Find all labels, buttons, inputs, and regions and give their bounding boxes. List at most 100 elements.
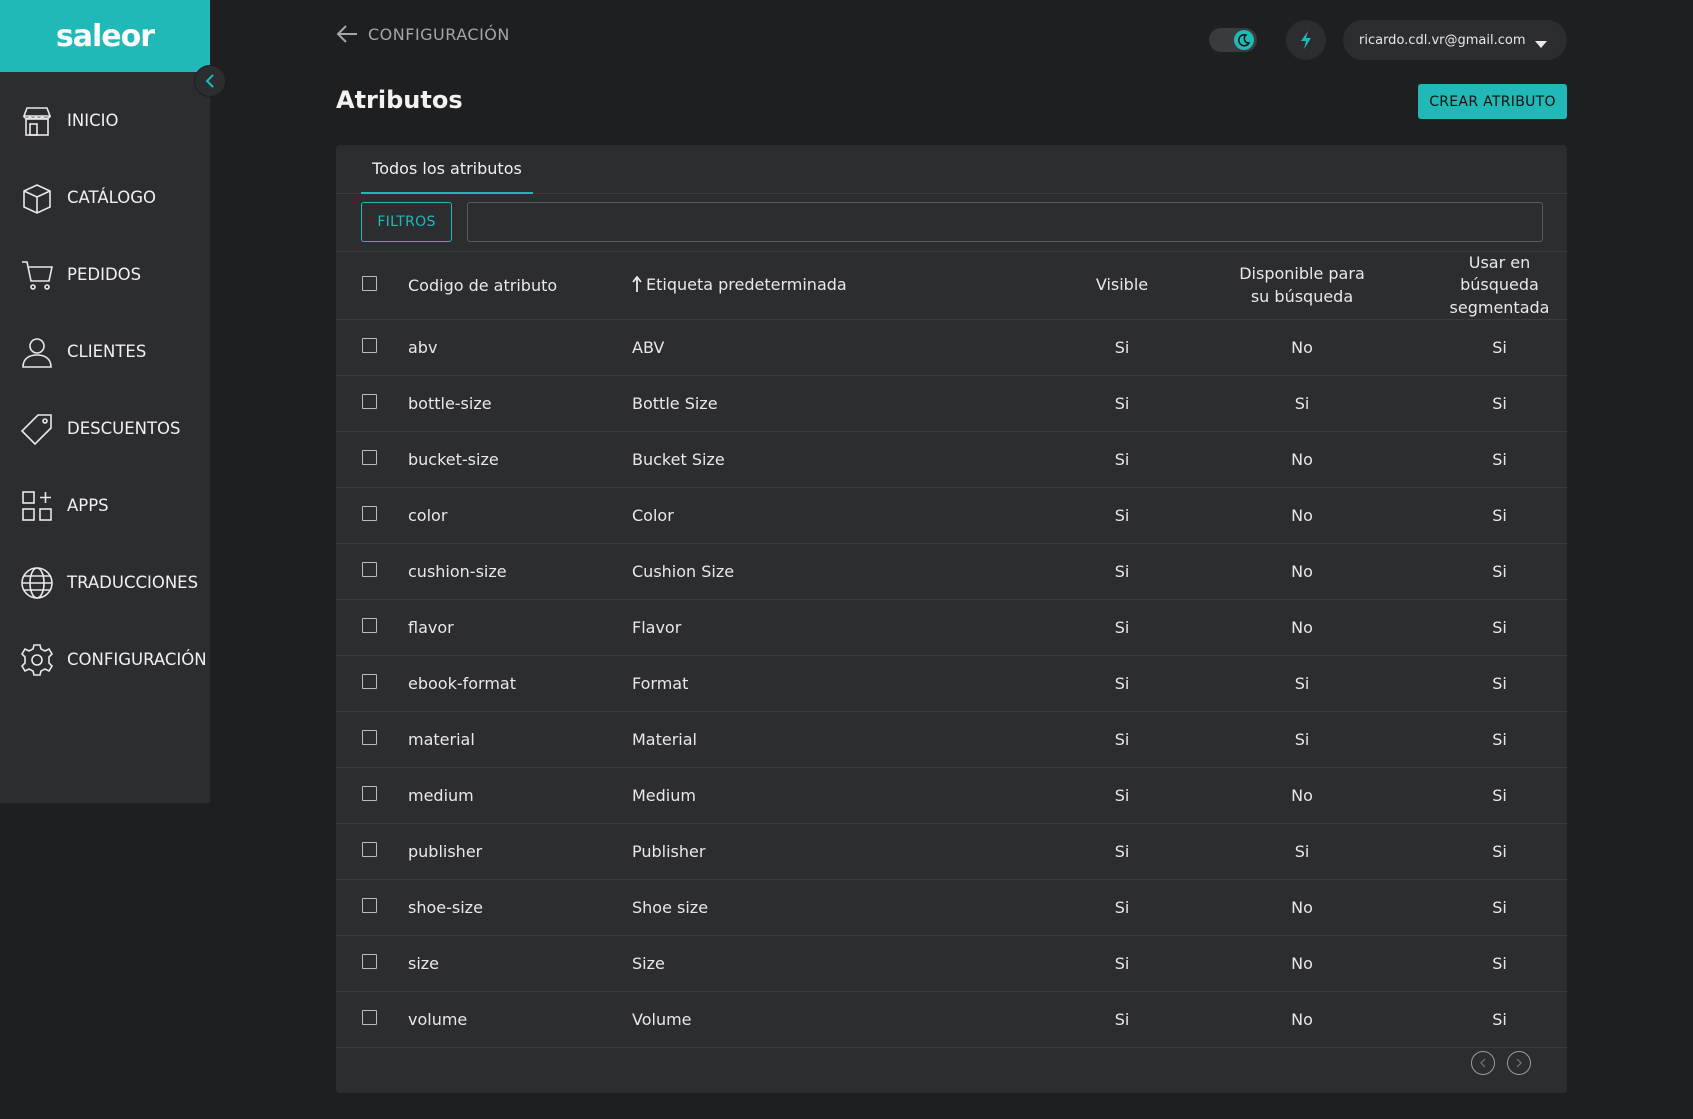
column-header-label[interactable]: Etiqueta predeterminada (632, 252, 1072, 320)
table-row[interactable]: publisher Publisher Si Si Si (336, 824, 1567, 880)
chevron-left-icon (205, 74, 214, 88)
row-checkbox[interactable] (362, 842, 377, 858)
cell-visible: Si (1114, 450, 1130, 470)
cell-label: Medium (632, 786, 696, 806)
cell-visible: Si (1114, 394, 1130, 414)
column-header-faceted[interactable]: Usar en búsqueda segmentada (1432, 252, 1567, 320)
sidebar-item-label: CLIENTES (67, 342, 147, 361)
sidebar-item-configuracion[interactable]: CONFIGURACIÓN (0, 621, 210, 698)
cell-searchable: Si (1294, 730, 1310, 750)
sidebar-item-catalogo[interactable]: CATÁLOGO (0, 159, 210, 236)
cell-faceted: Si (1492, 842, 1507, 862)
tab-all-attributes[interactable]: Todos los atributos (361, 145, 533, 194)
box-icon (19, 180, 55, 216)
cell-searchable: No (1291, 786, 1313, 806)
attributes-table: Codigo de atributo Etiqueta predetermina… (336, 252, 1567, 1048)
cell-faceted: Si (1492, 730, 1507, 750)
page-title: Atributos (336, 86, 463, 114)
row-checkbox[interactable] (362, 450, 377, 466)
theme-toggle[interactable] (1209, 28, 1257, 52)
sidebar-item-label: DESCUENTOS (67, 419, 181, 438)
row-checkbox[interactable] (362, 394, 377, 410)
select-all-checkbox[interactable] (362, 276, 377, 292)
back-link-label: CONFIGURACIÓN (368, 24, 510, 44)
navigator-button[interactable] (1286, 20, 1326, 60)
cell-visible: Si (1114, 954, 1130, 974)
row-checkbox[interactable] (362, 786, 377, 802)
arrow-left-icon (336, 24, 358, 44)
saleor-logo[interactable]: saleor (0, 0, 210, 72)
table-row[interactable]: medium Medium Si No Si (336, 768, 1567, 824)
search-input[interactable] (467, 202, 1543, 242)
sidebar-item-descuentos[interactable]: DESCUENTOS (0, 390, 210, 467)
chevron-right-icon (1516, 1059, 1522, 1067)
cell-searchable: No (1291, 562, 1313, 582)
sidebar-item-pedidos[interactable]: PEDIDOS (0, 236, 210, 313)
row-checkbox[interactable] (362, 506, 377, 522)
cell-code: bucket-size (408, 450, 499, 470)
cell-visible: Si (1114, 506, 1130, 526)
column-header-visible[interactable]: Visible (1072, 252, 1172, 320)
cell-label: Size (632, 954, 665, 974)
table-row[interactable]: abv ABV Si No Si (336, 320, 1567, 376)
row-checkbox[interactable] (362, 674, 377, 690)
back-link[interactable]: CONFIGURACIÓN (336, 24, 510, 44)
table-row[interactable]: flavor Flavor Si No Si (336, 600, 1567, 656)
table-row[interactable]: material Material Si Si Si (336, 712, 1567, 768)
cell-visible: Si (1114, 618, 1130, 638)
table-row[interactable]: color Color Si No Si (336, 488, 1567, 544)
cell-code: publisher (408, 842, 483, 862)
cell-faceted: Si (1492, 338, 1507, 358)
row-checkbox[interactable] (362, 618, 377, 634)
user-menu[interactable]: ricardo.cdl.vr@gmail.com (1343, 20, 1567, 60)
user-email: ricardo.cdl.vr@gmail.com (1359, 32, 1526, 48)
row-checkbox[interactable] (362, 730, 377, 746)
column-header-searchable[interactable]: Disponible para su búsqueda (1172, 252, 1432, 320)
cell-searchable: No (1291, 954, 1313, 974)
cell-faceted: Si (1492, 786, 1507, 806)
cell-searchable: Si (1294, 394, 1310, 414)
table-row[interactable]: cushion-size Cushion Size Si No Si (336, 544, 1567, 600)
cell-label: Color (632, 506, 674, 526)
table-row[interactable]: bucket-size Bucket Size Si No Si (336, 432, 1567, 488)
apps-icon (19, 488, 55, 524)
cell-label: Material (632, 730, 697, 750)
cell-faceted: Si (1492, 898, 1507, 918)
cell-visible: Si (1114, 786, 1130, 806)
cell-label: Cushion Size (632, 562, 735, 582)
sidebar-item-label: TRADUCCIONES (67, 573, 199, 592)
row-checkbox[interactable] (362, 562, 377, 578)
next-page-button[interactable] (1507, 1051, 1531, 1075)
tabs-bar: Todos los atributos (336, 145, 1567, 194)
cell-searchable: Si (1294, 674, 1310, 694)
row-checkbox[interactable] (362, 338, 377, 354)
sidebar-item-inicio[interactable]: INICIO (0, 82, 210, 159)
sidebar-collapse-button[interactable] (194, 65, 226, 97)
cell-faceted: Si (1492, 394, 1507, 414)
cell-code: cushion-size (408, 562, 507, 582)
cell-code: color (408, 506, 448, 526)
table-row[interactable]: volume Volume Si No Si (336, 992, 1567, 1048)
table-row[interactable]: size Size Si No Si (336, 936, 1567, 992)
cell-faceted: Si (1492, 618, 1507, 638)
table-body: abv ABV Si No Si bottle-size Bottle Size Si Si Si… (336, 320, 1567, 1048)
column-header-code[interactable]: Codigo de atributo (408, 252, 632, 320)
column-header-searchable-text: Disponible para su búsqueda (1239, 264, 1365, 306)
row-checkbox[interactable] (362, 898, 377, 914)
cell-faceted: Si (1492, 1010, 1507, 1030)
filters-button[interactable]: FILTROS (361, 202, 452, 242)
store-icon (19, 103, 55, 139)
sidebar-item-traducciones[interactable]: TRADUCCIONES (0, 544, 210, 621)
sidebar-item-label: INICIO (67, 111, 119, 130)
sidebar-item-apps[interactable]: APPS (0, 467, 210, 544)
table-row[interactable]: bottle-size Bottle Size Si Si Si (336, 376, 1567, 432)
row-checkbox[interactable] (362, 1010, 377, 1026)
cell-label: Format (632, 674, 689, 694)
sidebar-item-clientes[interactable]: CLIENTES (0, 313, 210, 390)
row-checkbox[interactable] (362, 954, 377, 970)
create-attribute-button[interactable]: CREAR ATRIBUTO (1418, 84, 1567, 119)
previous-page-button[interactable] (1471, 1051, 1495, 1075)
sidebar: saleor INICIO CATÁLOGO PEDIDOS CLIENTES (0, 0, 210, 803)
table-row[interactable]: shoe-size Shoe size Si No Si (336, 880, 1567, 936)
table-row[interactable]: ebook-format Format Si Si Si (336, 656, 1567, 712)
